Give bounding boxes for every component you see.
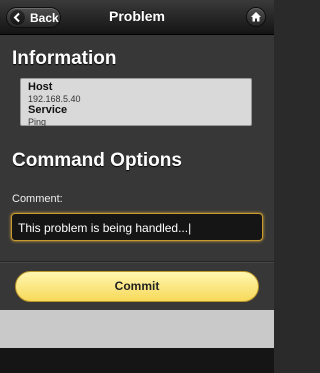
bottom-bar [0,348,274,373]
information-heading: Information [12,48,117,69]
service-label: Service [28,104,68,116]
comment-label: Comment: [12,193,63,205]
host-value: 192.168.5.40 [28,94,81,104]
comment-field-value: This problem is being handled...| [18,221,192,235]
top-bar: Back Problem [0,0,274,35]
home-button[interactable] [246,7,266,27]
divider [0,261,274,263]
information-box: Host 192.168.5.40 Service Ping [20,78,252,127]
footer-bar [0,310,274,348]
command-options-heading: Command Options [12,150,182,171]
page-title: Problem [108,8,165,24]
host-label: Host [28,81,53,93]
app-page: Back Problem Information Host 192.168.5.… [0,0,274,373]
service-value: Ping [28,117,47,127]
main-content: Information Host 192.168.5.40 Service Pi… [0,35,274,310]
comment-field[interactable]: This problem is being handled...| [11,213,263,241]
commit-button[interactable]: Commit [15,271,259,302]
